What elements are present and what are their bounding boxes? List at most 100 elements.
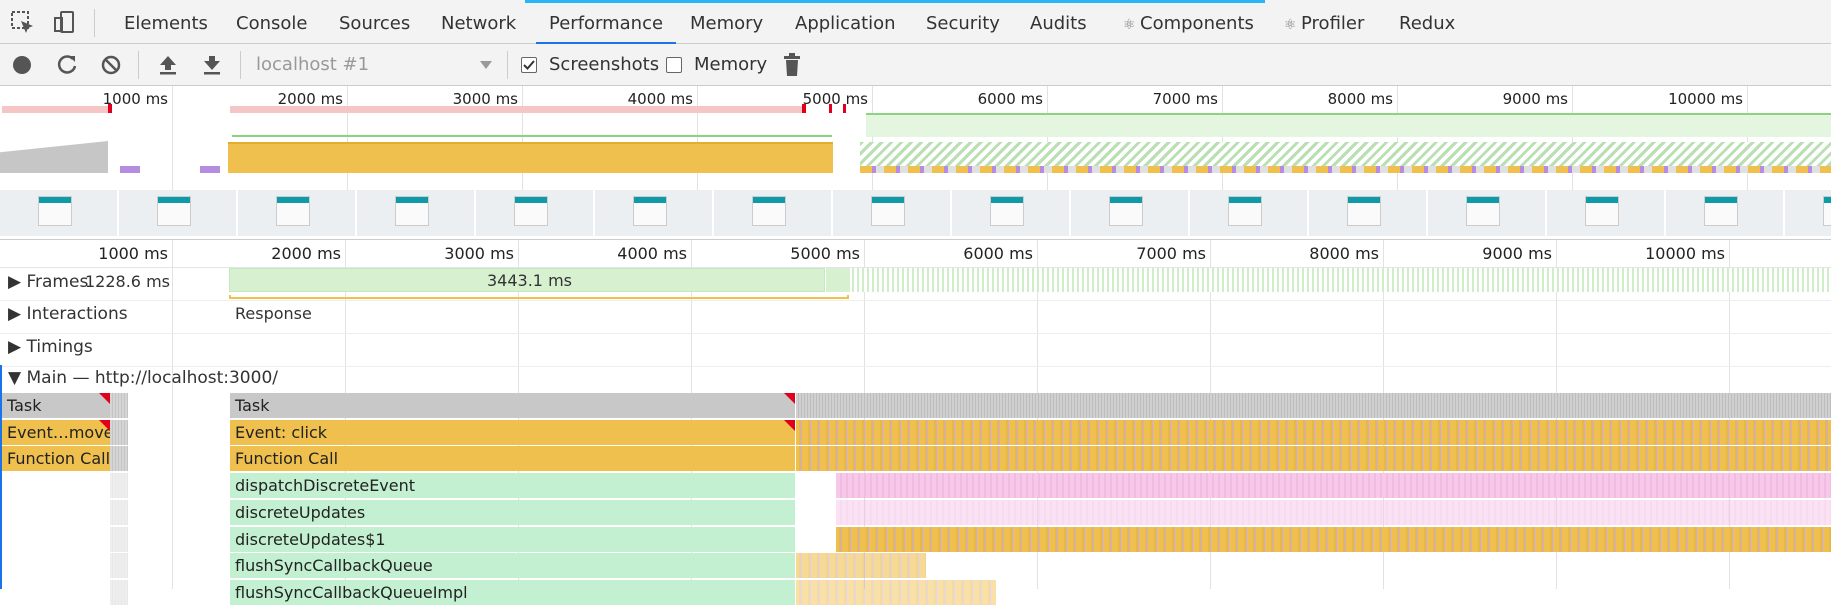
screenshot-thumbnail[interactable] bbox=[1428, 190, 1546, 236]
timings-label: Timings bbox=[26, 337, 93, 357]
tab-separator bbox=[94, 9, 95, 37]
tab-profiler[interactable]: ⚛ Profiler bbox=[1284, 0, 1364, 44]
long-task-marker bbox=[802, 104, 806, 113]
dense-sync-region[interactable] bbox=[796, 553, 926, 579]
dense-event-region[interactable] bbox=[796, 419, 1831, 445]
screenshots-checkbox[interactable] bbox=[521, 57, 537, 73]
record-icon[interactable] bbox=[12, 55, 32, 75]
tab-application[interactable]: Application bbox=[795, 0, 896, 44]
tab-performance[interactable]: Performance bbox=[536, 0, 677, 44]
tab-components[interactable]: ⚛ Components bbox=[1123, 0, 1254, 44]
tab-network[interactable]: Network bbox=[441, 0, 516, 44]
main-track-label[interactable]: ▼ Main — http://localhost:3000/ bbox=[8, 368, 278, 388]
target-select-value: localhost #1 bbox=[256, 54, 370, 75]
interaction-response[interactable]: Response bbox=[235, 304, 312, 323]
screenshot-thumbnail[interactable] bbox=[1190, 190, 1308, 236]
flame-entry[interactable]: flushSyncCallbackQueueImpl bbox=[230, 579, 795, 605]
screenshot-thumbnail[interactable] bbox=[1666, 190, 1784, 236]
dense-task-region[interactable] bbox=[796, 393, 1831, 418]
screenshot-thumbnail[interactable] bbox=[714, 190, 832, 236]
cpu-scripting-area bbox=[228, 142, 833, 173]
overview-gridline bbox=[347, 86, 348, 190]
frames-strip[interactable] bbox=[852, 268, 1831, 292]
screenshot-image bbox=[752, 196, 786, 226]
screenshot-thumbnail[interactable] bbox=[119, 190, 237, 236]
flame-entry[interactable]: discreteUpdates$1 bbox=[230, 526, 795, 552]
overview-gridline bbox=[1047, 86, 1048, 190]
flame-entry[interactable]: Function Call bbox=[2, 446, 110, 472]
interactions-track[interactable]: ▶ Interactions Response bbox=[0, 301, 1831, 334]
screenshot-thumbnail[interactable] bbox=[357, 190, 475, 236]
clear-icon[interactable] bbox=[100, 54, 122, 76]
screenshot-thumbnail[interactable] bbox=[1785, 190, 1831, 236]
dense-sync-region[interactable] bbox=[796, 579, 996, 605]
interactions-label: Interactions bbox=[26, 304, 128, 324]
screenshot-image bbox=[1347, 196, 1381, 226]
dense-update-region[interactable] bbox=[836, 499, 1831, 525]
overview-gridline bbox=[1747, 86, 1748, 190]
interactions-track-label[interactable]: ▶ Interactions bbox=[8, 304, 128, 324]
flame-sliver bbox=[110, 393, 128, 418]
frame-duration: 1228.6 ms bbox=[85, 272, 170, 291]
tab-elements[interactable]: Elements bbox=[124, 0, 208, 44]
screenshot-thumbnail[interactable] bbox=[238, 190, 356, 236]
tab-sources[interactable]: Sources bbox=[339, 0, 410, 44]
main-track-header[interactable]: ▼ Main — http://localhost:3000/ bbox=[0, 367, 1831, 392]
timeline-overview[interactable]: 1000 ms 2000 ms 3000 ms 4000 ms 5000 ms 6000 … bbox=[0, 86, 1831, 240]
overview-gridline bbox=[872, 86, 873, 190]
tab-memory[interactable]: Memory bbox=[690, 0, 763, 44]
tab-console[interactable]: Console bbox=[236, 0, 307, 44]
devtools-tab-bar: Elements Console Sources Network Performance… bbox=[0, 0, 1831, 44]
screenshot-thumbnail[interactable] bbox=[1547, 190, 1665, 236]
overview-gridline bbox=[1222, 86, 1223, 190]
screenshot-thumbnail[interactable] bbox=[476, 190, 594, 236]
upload-icon[interactable] bbox=[157, 54, 179, 76]
tab-audits[interactable]: Audits bbox=[1030, 0, 1087, 44]
flame-entry[interactable]: Event: click bbox=[230, 419, 795, 445]
react-icon: ⚛ bbox=[1123, 17, 1141, 33]
long-task-corner bbox=[99, 419, 110, 431]
overview-tick-label: 10000 ms bbox=[1668, 90, 1743, 108]
dense-update-region[interactable] bbox=[836, 526, 1831, 552]
flame-entry[interactable]: dispatchDiscreteEvent bbox=[230, 473, 795, 499]
screenshot-image bbox=[633, 196, 667, 226]
timings-track-label[interactable]: ▶ Timings bbox=[8, 337, 93, 357]
screenshot-thumbnail[interactable] bbox=[595, 190, 713, 236]
tab-redux[interactable]: Redux bbox=[1399, 0, 1455, 44]
dense-dispatch-region[interactable] bbox=[836, 473, 1831, 499]
tab-label: Sources bbox=[339, 13, 411, 34]
main-tick-label: 6000 ms bbox=[963, 244, 1033, 263]
inspect-icon[interactable] bbox=[10, 10, 36, 36]
timings-track[interactable]: ▶ Timings bbox=[0, 334, 1831, 367]
tab-label: Network bbox=[441, 13, 517, 34]
screenshot-thumbnail[interactable] bbox=[952, 190, 1070, 236]
target-select[interactable]: localhost #1 bbox=[254, 44, 496, 86]
overview-gridline bbox=[1397, 86, 1398, 190]
overview-tick-label: 7000 ms bbox=[1152, 90, 1218, 108]
screenshot-thumbnail[interactable] bbox=[0, 190, 118, 236]
flame-entry[interactable]: Event…move bbox=[2, 419, 110, 445]
screenshot-image bbox=[1466, 196, 1500, 226]
screenshot-thumbnail[interactable] bbox=[833, 190, 951, 236]
flame-entry[interactable]: Task bbox=[230, 393, 795, 418]
frame[interactable] bbox=[826, 268, 850, 292]
flame-entry[interactable]: Function Call bbox=[230, 446, 795, 472]
reload-icon[interactable] bbox=[56, 54, 78, 76]
memory-checkbox[interactable] bbox=[666, 57, 682, 73]
trash-icon[interactable] bbox=[782, 53, 802, 77]
screenshot-thumbnail[interactable] bbox=[1071, 190, 1189, 236]
tab-label: Components bbox=[1140, 13, 1254, 34]
device-toolbar-icon[interactable] bbox=[52, 10, 78, 36]
main-tick-label: 8000 ms bbox=[1309, 244, 1379, 263]
main-tick-label: 1000 ms bbox=[98, 244, 168, 263]
flame-entry[interactable]: flushSyncCallbackQueue bbox=[230, 553, 795, 579]
toolbar-separator bbox=[507, 51, 508, 79]
dense-function-region[interactable] bbox=[796, 446, 1831, 472]
screenshot-thumbnail[interactable] bbox=[1309, 190, 1427, 236]
flame-entry[interactable]: discreteUpdates bbox=[230, 499, 795, 525]
frames-track-label[interactable]: ▶ Frames bbox=[8, 272, 88, 292]
flame-entry[interactable]: Task bbox=[2, 393, 110, 418]
tab-security[interactable]: Security bbox=[926, 0, 1000, 44]
download-icon[interactable] bbox=[201, 54, 223, 76]
long-task-marker bbox=[843, 104, 846, 113]
